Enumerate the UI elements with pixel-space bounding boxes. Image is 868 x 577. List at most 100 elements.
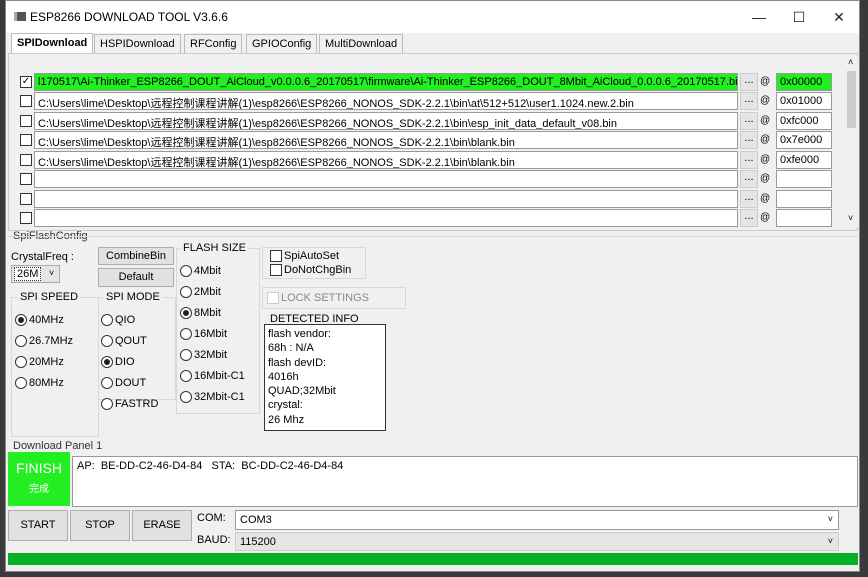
address-input[interactable] <box>776 170 832 188</box>
scroll-down-icon[interactable]: ˅ <box>848 213 853 223</box>
spiautoset-checkbox[interactable]: SpiAutoSet <box>270 250 339 263</box>
tab-multidownload[interactable]: MultiDownload <box>319 34 404 53</box>
address-input[interactable]: 0x01000 <box>776 92 832 110</box>
tab-spidownload[interactable]: SPIDownload <box>11 33 94 54</box>
spi-mode-option-label: FASTRD <box>115 398 159 410</box>
maximize-button[interactable]: ☐ <box>779 6 819 28</box>
tab-hspidownload[interactable]: HSPIDownload <box>94 34 181 53</box>
radio-icon <box>180 265 192 278</box>
crystalfreq-select[interactable]: 26M ˅ <box>11 265 60 283</box>
browse-button[interactable]: ... <box>740 112 758 130</box>
file-list-scrollbar[interactable]: ˄ ˅ <box>845 57 858 227</box>
file-checkbox[interactable] <box>20 193 32 205</box>
address-input[interactable] <box>776 190 832 208</box>
flash-size-option-label: 16Mbit-C1 <box>194 370 245 382</box>
spi-mode-radio[interactable]: FASTRD <box>101 398 159 411</box>
lock-settings-checkbox[interactable]: LOCK SETTINGS <box>262 287 406 309</box>
detected-info-box[interactable]: flash vendor: 68h : N/A flash devID: 4016h Q… <box>264 324 386 431</box>
flash-size-radio[interactable]: 16Mbit-C1 <box>180 370 245 383</box>
detected-info-line: 68h : N/A <box>268 342 314 355</box>
erase-button[interactable]: ERASE <box>132 510 192 541</box>
baud-select[interactable]: 115200 ˅ <box>235 532 839 551</box>
address-input[interactable]: 0x00000 <box>776 73 832 91</box>
flash-size-option-label: 16Mbit <box>194 328 228 340</box>
start-button[interactable]: START <box>8 510 68 541</box>
file-checkbox[interactable]: ✓ <box>20 76 32 88</box>
at-symbol: @ <box>760 134 771 145</box>
flash-size-radio[interactable]: 32Mbit-C1 <box>180 391 245 404</box>
flash-size-label: FLASH SIZE <box>181 242 248 254</box>
progress-bar <box>8 553 858 565</box>
file-checkbox[interactable] <box>20 134 32 146</box>
file-row: C:\Users\lime\Desktop\远程控制课程讲解(1)\esp826… <box>20 151 840 169</box>
spi-speed-radio[interactable]: 20MHz <box>15 356 64 369</box>
file-path-input[interactable]: C:\Users\lime\Desktop\远程控制课程讲解(1)\esp826… <box>34 92 738 110</box>
file-checkbox[interactable] <box>20 95 32 107</box>
close-button[interactable]: ✕ <box>819 6 859 28</box>
com-value: COM3 <box>240 514 272 526</box>
download-panel-label: Download Panel 1 <box>13 440 103 452</box>
flash-size-radio[interactable]: 16Mbit <box>180 328 228 341</box>
flash-size-option-label: 2Mbit <box>194 286 221 298</box>
scroll-up-icon[interactable]: ˄ <box>848 57 853 67</box>
browse-button[interactable]: ... <box>740 73 758 91</box>
file-path-input[interactable] <box>34 170 738 188</box>
file-checkbox[interactable] <box>20 173 32 185</box>
address-input[interactable]: 0xfe000 <box>776 151 832 169</box>
file-path-input[interactable]: C:\Users\lime\Desktop\远程控制课程讲解(1)\esp826… <box>34 151 738 169</box>
log-output[interactable]: AP: BE-DD-C2-46-D4-84 STA: BC-DD-C2-46-D… <box>72 456 858 507</box>
spi-speed-radio[interactable]: 80MHz <box>15 377 64 390</box>
at-symbol: @ <box>760 173 771 184</box>
crystalfreq-label: CrystalFreq : <box>11 251 74 263</box>
combinebin-button[interactable]: CombineBin <box>98 247 174 265</box>
browse-button[interactable]: ... <box>740 209 758 227</box>
spi-mode-option-label: DIO <box>115 356 135 368</box>
address-input[interactable]: 0x7e000 <box>776 131 832 149</box>
flash-size-radio[interactable]: 32Mbit <box>180 349 227 362</box>
radio-icon <box>180 307 192 320</box>
spi-mode-radio[interactable]: DOUT <box>101 377 146 390</box>
file-path-input[interactable] <box>34 209 738 227</box>
donotchgbin-checkbox[interactable]: DoNotChgBin <box>270 264 352 277</box>
file-checkbox[interactable] <box>20 115 32 127</box>
address-input[interactable] <box>776 209 832 227</box>
spi-speed-option-label: 80MHz <box>29 377 64 389</box>
spi-mode-radio[interactable]: QOUT <box>101 335 147 348</box>
donotchgbin-label: DoNotChgBin <box>284 264 352 276</box>
browse-button[interactable]: ... <box>740 131 758 149</box>
tab-gpioconfig[interactable]: GPIOConfig <box>246 34 318 53</box>
chevron-down-icon: ˅ <box>827 514 833 524</box>
main-window: ESP8266 DOWNLOAD TOOL V3.6.6 — ☐ ✕ SPIDo… <box>5 0 860 572</box>
detected-info-line: 4016h <box>268 370 299 383</box>
spi-speed-radio[interactable]: 26.7MHz <box>15 335 73 348</box>
file-path-input[interactable]: l170517\Ai-Thinker_ESP8266_DOUT_AiCloud_… <box>34 73 738 91</box>
flash-size-radio[interactable]: 2Mbit <box>180 286 221 299</box>
file-path-input[interactable] <box>34 190 738 208</box>
file-checkbox[interactable] <box>20 154 32 166</box>
flash-size-radio[interactable]: 8Mbit <box>180 307 221 320</box>
tab-rfconfig[interactable]: RFConfig <box>184 34 243 53</box>
browse-button[interactable]: ... <box>740 190 758 208</box>
com-label: COM: <box>197 512 226 524</box>
spi-speed-option-label: 20MHz <box>29 356 64 368</box>
lock-settings-label: LOCK SETTINGS <box>281 292 370 304</box>
at-symbol: @ <box>760 95 771 106</box>
address-input[interactable]: 0xfc000 <box>776 112 832 130</box>
radio-icon <box>15 314 27 327</box>
flash-size-option-label: 32Mbit-C1 <box>194 391 245 403</box>
com-select[interactable]: COM3 ˅ <box>235 510 839 530</box>
stop-button[interactable]: STOP <box>70 510 130 541</box>
scroll-thumb[interactable] <box>847 71 856 128</box>
file-path-input[interactable]: C:\Users\lime\Desktop\远程控制课程讲解(1)\esp826… <box>34 112 738 130</box>
spi-mode-radio[interactable]: QIO <box>101 314 135 327</box>
browse-button[interactable]: ... <box>740 151 758 169</box>
minimize-button[interactable]: — <box>739 6 779 28</box>
flash-size-radio[interactable]: 4Mbit <box>180 265 221 278</box>
default-button[interactable]: Default <box>98 268 174 287</box>
spi-mode-radio[interactable]: DIO <box>101 356 135 369</box>
browse-button[interactable]: ... <box>740 170 758 188</box>
file-path-input[interactable]: C:\Users\lime\Desktop\远程控制课程讲解(1)\esp826… <box>34 131 738 149</box>
file-checkbox[interactable] <box>20 212 32 224</box>
spi-speed-radio[interactable]: 40MHz <box>15 314 64 327</box>
browse-button[interactable]: ... <box>740 92 758 110</box>
